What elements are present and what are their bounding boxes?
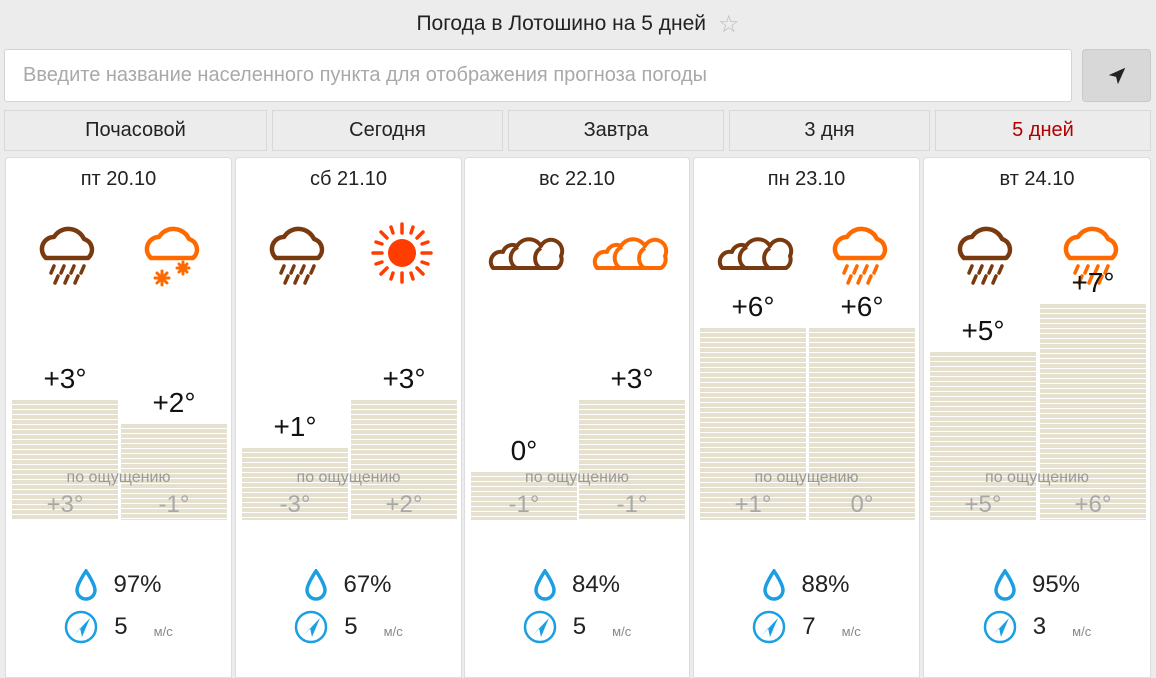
humidity-row: 97% xyxy=(6,568,231,602)
humidity-value: 67% xyxy=(343,571,392,598)
humidity-drop-icon xyxy=(75,569,98,601)
wind-speed: 5 xyxy=(114,613,128,640)
tab-5-days[interactable]: 5 дней xyxy=(935,110,1151,151)
wind-speed: 5 xyxy=(572,613,587,640)
feels-like-caption: по ощущению xyxy=(985,469,1089,486)
wind-row: 5 м/с xyxy=(6,610,231,644)
day-temperature: +6° xyxy=(840,291,884,322)
tab-3-days[interactable]: 3 дня xyxy=(729,110,930,151)
humidity-row: 88% xyxy=(694,568,919,602)
humidity-row: 67% xyxy=(236,568,461,602)
day-feels-like: 0° xyxy=(850,491,874,518)
humidity-value: 95% xyxy=(1031,571,1081,598)
day-date-label: вт 24.10 xyxy=(999,168,1075,190)
tab-label: 5 дней xyxy=(1012,119,1074,141)
night-feels-like: +5° xyxy=(964,491,1002,518)
night-feels-like: +3° xyxy=(46,491,84,518)
wind-unit: м/с xyxy=(383,623,403,639)
day-card: сб 21.10 +1° +3° по ощущению -3° +2° 67%… xyxy=(235,157,462,678)
humidity-value: 88% xyxy=(801,571,850,598)
day-date-label: сб 21.10 xyxy=(309,168,388,190)
day-card: вт 24.10 +5° +7° по ощущению +5° +6° 95%… xyxy=(923,157,1151,678)
night-temperature: +1° xyxy=(273,411,317,442)
day-date-label: пн 23.10 xyxy=(767,168,846,190)
wind-speed: 3 xyxy=(1032,613,1047,640)
day-card: пн 23.10 +6° +6° по ощущению +1° 0° 88% … xyxy=(693,157,920,678)
night-temperature: +6° xyxy=(731,291,775,322)
humidity-drop-icon xyxy=(305,569,328,601)
wind-unit: м/с xyxy=(841,623,861,639)
tab-today[interactable]: Сегодня xyxy=(272,110,503,151)
day-temperature: +7° xyxy=(1071,267,1115,298)
wind-speed: 7 xyxy=(802,613,816,640)
wind-row: 5 м/с xyxy=(465,610,689,644)
location-arrow-icon xyxy=(1108,67,1125,84)
humidity-value: 97% xyxy=(113,571,162,598)
day-feels-like: -1° xyxy=(616,491,648,518)
wind-direction-icon xyxy=(523,610,557,644)
day-card: вс 22.10 0° +3° по ощущению -1° -1° 84% … xyxy=(464,157,690,678)
tab-tomorrow[interactable]: Завтра xyxy=(508,110,724,151)
humidity-row: 84% xyxy=(465,568,689,602)
wind-direction-icon xyxy=(753,610,786,644)
day-date-label: пт 20.10 xyxy=(80,168,157,190)
humidity-value: 84% xyxy=(571,571,621,598)
overcast-clouds-icon xyxy=(488,218,565,288)
day-date-label: вс 22.10 xyxy=(538,168,615,190)
wind-unit: м/с xyxy=(1072,623,1092,639)
page-title: Погода в Лотошино на 5 дней xyxy=(416,12,707,35)
day-feels-like: +6° xyxy=(1074,491,1112,518)
cloud-rain-icon xyxy=(950,218,1020,288)
night-feels-like: +1° xyxy=(734,491,772,518)
feels-like-caption: по ощущению xyxy=(525,469,629,486)
wind-row: 7 м/с xyxy=(694,610,919,644)
night-temperature: 0° xyxy=(510,435,538,466)
cloud-rain-icon xyxy=(32,218,102,288)
wind-direction-icon xyxy=(295,610,328,644)
day-temperature: +3° xyxy=(610,363,654,394)
cloud-snow-icon xyxy=(137,218,207,288)
overcast-clouds-icon xyxy=(717,218,794,288)
tab-label: Завтра xyxy=(583,119,649,141)
wind-row: 3 м/с xyxy=(924,610,1150,644)
page-header: Погода в Лотошино на 5 дней ☆ xyxy=(0,0,1156,48)
feels-like-caption: по ощущению xyxy=(66,469,171,486)
day-temperature: +2° xyxy=(152,387,196,418)
tab-label: Сегодня xyxy=(349,119,426,141)
sun-icon xyxy=(367,218,437,288)
wind-unit: м/с xyxy=(612,623,632,639)
night-feels-like: -3° xyxy=(279,491,311,518)
night-temperature: +5° xyxy=(961,315,1005,346)
humidity-drop-icon xyxy=(534,569,556,601)
wind-speed: 5 xyxy=(344,613,358,640)
humidity-row: 95% xyxy=(924,568,1150,602)
location-search-input[interactable] xyxy=(4,49,1072,102)
tab-label: Почасовой xyxy=(85,119,186,141)
day-feels-like: -1° xyxy=(158,491,190,518)
overcast-clouds-icon xyxy=(592,218,669,288)
wind-direction-icon xyxy=(65,610,98,644)
tab-hourly[interactable]: Почасовой xyxy=(4,110,267,151)
humidity-drop-icon xyxy=(763,569,786,601)
feels-like-caption: по ощущению xyxy=(296,469,401,486)
day-temperature: +3° xyxy=(382,363,426,394)
day-card: пт 20.10 +3° +2° по ощущению +3° -1° 97%… xyxy=(5,157,232,678)
day-feels-like: +2° xyxy=(385,491,423,518)
feels-like-caption: по ощущению xyxy=(754,469,859,486)
locate-button[interactable] xyxy=(1082,49,1151,102)
cloud-rain-icon xyxy=(825,218,895,288)
night-temperature: +3° xyxy=(43,363,87,394)
wind-direction-icon xyxy=(983,610,1017,644)
humidity-drop-icon xyxy=(994,569,1016,601)
wind-row: 5 м/с xyxy=(236,610,461,644)
night-feels-like: -1° xyxy=(508,491,540,518)
cloud-rain-icon xyxy=(262,218,332,288)
tab-label: 3 дня xyxy=(804,119,855,141)
star-outline-icon[interactable]: ☆ xyxy=(718,10,740,39)
wind-unit: м/с xyxy=(153,623,173,639)
day-temperature-bar xyxy=(1040,304,1146,520)
